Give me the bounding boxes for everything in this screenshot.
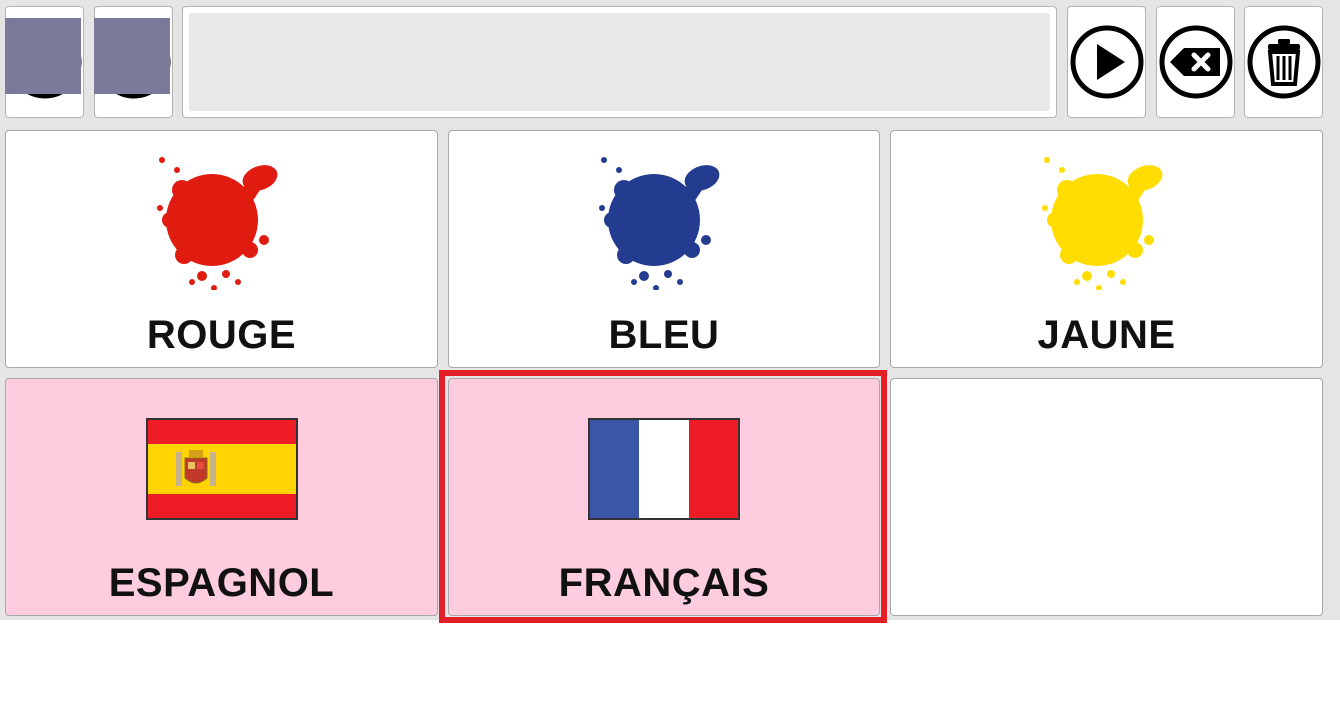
red-paint-splash-icon (156, 157, 277, 290)
message-bar[interactable] (182, 6, 1057, 118)
message-bar-text (189, 13, 1050, 111)
communication-board: ROUGE BLEU JAUNE ESPAGNOL FRANÇAIS (0, 0, 1340, 623)
tile-espagnol[interactable]: ESPAGNOL (5, 378, 438, 616)
home-button[interactable] (5, 6, 84, 118)
blue-paint-splash-icon (599, 157, 720, 290)
tile-label: JAUNE (1037, 313, 1176, 357)
france-flag-icon (588, 418, 740, 520)
tile-label: ROUGE (146, 313, 297, 357)
tile-label: FRANÇAIS (558, 561, 770, 605)
yellow-paint-splash-icon (1041, 157, 1162, 290)
tile-francais[interactable]: FRANÇAIS (448, 378, 880, 616)
spain-flag-icon (145, 418, 298, 520)
undo-button[interactable] (94, 6, 173, 118)
backspace-button[interactable] (1156, 6, 1235, 118)
folder-indicator-icon (94, 18, 170, 94)
tile-label: ESPAGNOL (108, 561, 335, 605)
play-icon (1070, 25, 1143, 99)
tile-jaune[interactable]: JAUNE (890, 130, 1323, 368)
tile-empty[interactable] (890, 378, 1323, 616)
trash-icon (1247, 25, 1320, 99)
folder-indicator-icon (5, 18, 81, 94)
speak-button[interactable] (1067, 6, 1146, 118)
backspace-icon (1159, 25, 1232, 99)
tile-bleu[interactable]: BLEU (448, 130, 880, 368)
clear-button[interactable] (1244, 6, 1323, 118)
tile-rouge[interactable]: ROUGE (5, 130, 438, 368)
tile-label: BLEU (608, 313, 720, 357)
